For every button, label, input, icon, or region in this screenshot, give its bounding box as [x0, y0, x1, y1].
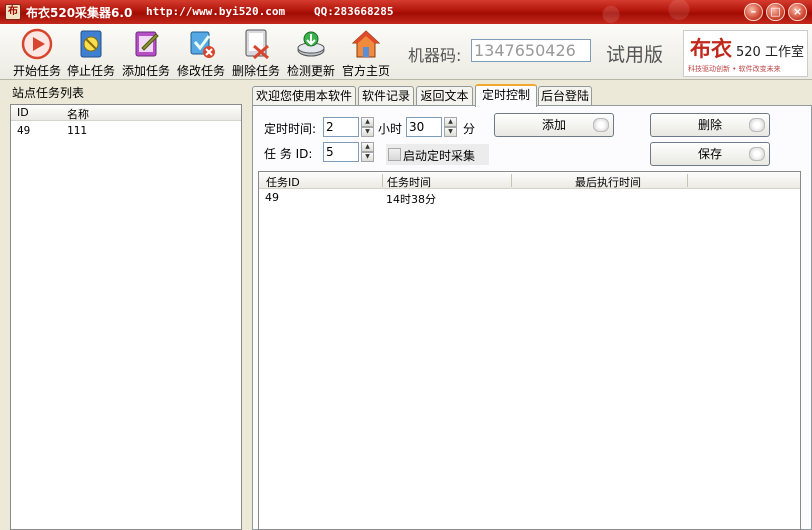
stop-icon: [80, 30, 102, 58]
minute-up-icon[interactable]: ▲: [444, 117, 457, 127]
hour-input[interactable]: 2: [323, 117, 359, 137]
list-item-name: 111: [67, 124, 87, 137]
schedule-table[interactable]: 任务ID 任务时间 最后执行时间 49 14时38分: [258, 171, 801, 530]
list-item[interactable]: 49 111: [11, 123, 241, 139]
column-header-name[interactable]: 名称: [67, 106, 89, 122]
delete-task-label: 删除任务: [231, 64, 280, 78]
schedule-time-label: 定时时间:: [264, 122, 317, 136]
minimize-button[interactable]: –: [744, 3, 763, 21]
column-header-id[interactable]: ID: [17, 106, 29, 119]
task-id-spinner[interactable]: ▲ ▼: [361, 142, 374, 162]
hour-spinner[interactable]: ▲ ▼: [361, 117, 374, 137]
list-item-id: 49: [17, 124, 31, 137]
title-url: http://www.byi520.com: [146, 5, 286, 18]
button-knob-icon: [749, 147, 765, 161]
column-header-last-run[interactable]: 最后执行时间: [575, 174, 641, 190]
button-knob-icon: [749, 118, 765, 132]
task-id-input[interactable]: 5: [323, 142, 359, 162]
task-id-label: 任 务 ID:: [264, 147, 313, 161]
row-task-time: 14时38分: [386, 193, 436, 206]
column-separator[interactable]: [687, 174, 688, 187]
maximize-icon: □: [770, 5, 781, 18]
close-icon: ×: [792, 5, 803, 18]
enable-timer-checkbox[interactable]: 启动定时采集: [386, 144, 489, 165]
column-header-task-time[interactable]: 任务时间: [387, 174, 431, 190]
play-icon: [21, 28, 53, 60]
add-task-label: 添加任务: [121, 64, 170, 78]
hour-value: 2: [326, 120, 334, 134]
close-button[interactable]: ×: [788, 3, 807, 21]
delete-button-label: 删除: [697, 118, 722, 132]
minute-spinner[interactable]: ▲ ▼: [444, 117, 457, 137]
checkbox-box[interactable]: [388, 148, 401, 161]
add-task-button[interactable]: 添加任务: [120, 27, 172, 79]
edit-task-label: 修改任务: [176, 64, 225, 78]
column-separator[interactable]: [511, 174, 512, 187]
tab-backend-login[interactable]: 后台登陆: [538, 86, 592, 106]
minimize-icon: –: [750, 5, 757, 18]
delete-task-icon: [245, 29, 269, 60]
toolbar: 开始任务 停止任务 添加任务 修改任务 删除任务 检测更新 官方主页 机器码: …: [0, 24, 812, 80]
save-button-label: 保存: [697, 147, 722, 161]
app-icon: 布: [5, 4, 21, 20]
edit-task-icon: [190, 31, 215, 58]
start-task-button[interactable]: 开始任务: [11, 27, 63, 79]
column-header-task-id[interactable]: 任务ID: [266, 174, 300, 190]
title-bar: 布 布衣520采集器6.0 http://www.byi520.com QQ:2…: [0, 0, 812, 24]
tab-welcome[interactable]: 欢迎您使用本软件: [252, 86, 356, 106]
trial-label: 试用版: [606, 44, 664, 66]
homepage-button[interactable]: 官方主页: [340, 27, 392, 79]
hour-down-icon[interactable]: ▼: [361, 127, 374, 137]
maximize-button[interactable]: □: [766, 3, 785, 21]
machine-code-field[interactable]: 1347650426: [471, 39, 591, 62]
machine-code-label: 机器码:: [408, 46, 462, 65]
home-icon: [351, 30, 381, 58]
titlebar-decoration: [560, 0, 730, 24]
stop-task-button[interactable]: 停止任务: [65, 27, 117, 79]
edit-task-button[interactable]: 修改任务: [175, 27, 227, 79]
tab-timer-control[interactable]: 定时控制: [475, 84, 537, 107]
check-update-label: 检测更新: [286, 64, 335, 78]
stop-task-label: 停止任务: [66, 64, 115, 78]
brand-name: 布衣: [690, 36, 732, 61]
row-task-id: 49: [265, 191, 279, 204]
hour-unit-label: 小时: [378, 122, 403, 136]
minute-down-icon[interactable]: ▼: [444, 127, 457, 137]
window-title: 布衣520采集器6.0: [26, 6, 133, 20]
tab-strip: 欢迎您使用本软件 软件记录 返回文本 定时控制 后台登陆: [252, 84, 812, 107]
check-update-button[interactable]: 检测更新: [285, 27, 337, 79]
site-task-list-header: ID 名称: [11, 105, 241, 121]
start-task-label: 开始任务: [12, 64, 61, 78]
tab-return-text[interactable]: 返回文本: [416, 86, 473, 106]
add-button[interactable]: 添加: [494, 113, 614, 137]
delete-button[interactable]: 删除: [650, 113, 770, 137]
title-qq: QQ:283668285: [314, 5, 394, 18]
brand-slogan: 科技驱动创新 • 软件改变未来: [688, 65, 781, 73]
table-row[interactable]: 49 14时38分: [259, 190, 800, 206]
site-task-list-title: 站点任务列表: [12, 86, 85, 100]
site-task-list[interactable]: ID 名称 49 111: [10, 104, 242, 530]
update-icon: [297, 31, 325, 57]
minute-unit-label: 分: [463, 122, 476, 136]
task-id-up-icon[interactable]: ▲: [361, 142, 374, 152]
schedule-table-header: 任务ID 任务时间 最后执行时间: [259, 172, 800, 189]
tab-software-log[interactable]: 软件记录: [358, 86, 414, 106]
enable-timer-label: 启动定时采集: [403, 149, 476, 163]
brand-logo: 布衣 520 工作室 科技驱动创新 • 软件改变未来: [683, 30, 808, 77]
column-separator[interactable]: [382, 174, 383, 187]
add-task-icon: [135, 31, 159, 57]
brand-studio: 520 工作室: [736, 45, 804, 60]
hour-up-icon[interactable]: ▲: [361, 117, 374, 127]
delete-task-button[interactable]: 删除任务: [230, 27, 282, 79]
homepage-label: 官方主页: [341, 64, 390, 78]
add-button-label: 添加: [541, 118, 566, 132]
minute-input[interactable]: 30: [406, 117, 442, 137]
task-id-value: 5: [326, 145, 334, 159]
button-knob-icon: [593, 118, 609, 132]
minute-value: 30: [409, 120, 425, 134]
task-id-down-icon[interactable]: ▼: [361, 152, 374, 162]
save-button[interactable]: 保存: [650, 142, 770, 166]
